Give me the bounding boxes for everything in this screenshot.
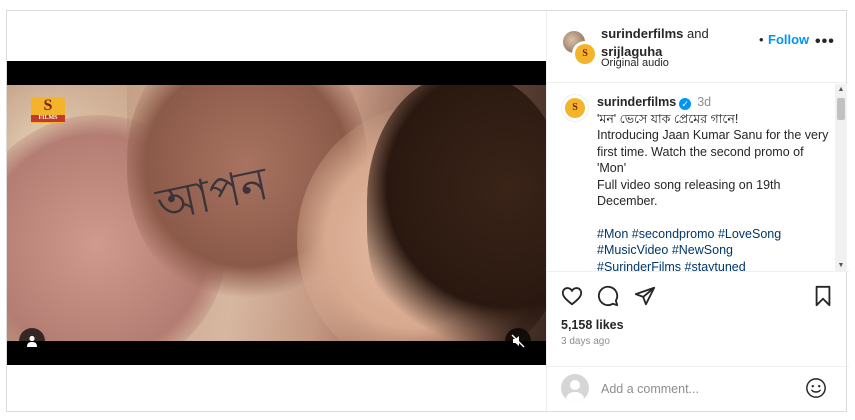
comment-box bbox=[547, 366, 849, 411]
header-connector: and bbox=[686, 26, 709, 41]
instagram-post-card: আপন S FILMS S surinderfilms and srijlagu… bbox=[6, 10, 849, 412]
share-icon bbox=[634, 286, 656, 306]
post-side-pane: S surinderfilms and srijlaguha Original … bbox=[546, 11, 849, 411]
caption-line: Full video song releasing on 19th Decemb… bbox=[597, 177, 781, 209]
hashtag-link[interactable]: #secondpromo bbox=[632, 227, 715, 241]
more-options-button[interactable]: ••• bbox=[815, 33, 835, 51]
mute-icon bbox=[511, 334, 525, 348]
collab-avatars[interactable]: S bbox=[561, 29, 601, 69]
viewer-avatar bbox=[561, 374, 589, 402]
video-player[interactable]: আপন S FILMS bbox=[7, 61, 546, 365]
caption-body: surinderfilms ✓ 3d 'মন' ভেসে যাক প্রেমের গ… bbox=[597, 94, 832, 272]
hashtag-link[interactable]: #NewSong bbox=[672, 243, 733, 257]
tagged-users-button[interactable] bbox=[19, 328, 45, 354]
emoji-button[interactable] bbox=[805, 377, 827, 399]
scroll-down-arrow-icon[interactable]: ▼ bbox=[835, 262, 847, 270]
header-dot: • bbox=[759, 32, 764, 47]
header-user1-link[interactable]: surinderfilms bbox=[601, 26, 683, 41]
video-woman-hair-region bbox=[367, 85, 546, 341]
brand-logo-sub: FILMS bbox=[31, 115, 65, 122]
bookmark-icon bbox=[815, 285, 831, 307]
caption-line: Introducing Jaan Kumar Sanu for the very… bbox=[597, 128, 829, 175]
header-usernames: surinderfilms and srijlaguha bbox=[601, 25, 709, 61]
hashtag-link[interactable]: #Mon bbox=[597, 227, 628, 241]
hashtag-link[interactable]: #LoveSong bbox=[718, 227, 781, 241]
caption-avatar-logo: S bbox=[565, 98, 585, 118]
caption-text: 'মন' ভেসে যাক প্রেমের গানে! Introducing … bbox=[597, 111, 832, 210]
caption-username[interactable]: surinderfilms bbox=[597, 95, 676, 109]
caption-time[interactable]: 3d bbox=[697, 95, 711, 109]
post-timestamp[interactable]: 3 days ago bbox=[561, 336, 610, 347]
caption-area: S surinderfilms ✓ 3d 'মন' ভেসে যাক প্রেমের… bbox=[547, 84, 849, 272]
hashtag-link[interactable]: #staytuned bbox=[685, 260, 746, 272]
scroll-up-arrow-icon[interactable]: ▲ bbox=[835, 86, 847, 94]
heart-icon bbox=[561, 287, 583, 306]
verified-icon: ✓ bbox=[679, 98, 692, 110]
follow-button[interactable]: Follow bbox=[768, 32, 809, 47]
emoji-icon bbox=[806, 378, 826, 398]
mute-button[interactable] bbox=[505, 328, 531, 354]
caption-line: 'মন' ভেসে যাক প্রেমের গানে! bbox=[597, 111, 739, 126]
hashtag-link[interactable]: #MusicVideo bbox=[597, 243, 668, 257]
user-icon bbox=[27, 335, 37, 347]
hashtag-link[interactable]: #SurinderFilms bbox=[597, 260, 681, 272]
hashtags: #Mon #secondpromo #LoveSong #MusicVideo … bbox=[597, 226, 832, 272]
share-button[interactable] bbox=[632, 283, 658, 309]
caption-meta-row: surinderfilms ✓ 3d bbox=[597, 94, 832, 111]
like-button[interactable] bbox=[559, 283, 585, 309]
surinderfilms-logo: S bbox=[575, 44, 595, 64]
brand-logo-watermark: S FILMS bbox=[31, 97, 65, 123]
post-header: S surinderfilms and srijlaguha Original … bbox=[547, 11, 849, 83]
media-pane: আপন S FILMS bbox=[7, 11, 546, 411]
action-bar bbox=[547, 283, 849, 313]
caption-scrollbar[interactable]: ▲ ▼ bbox=[835, 84, 847, 272]
scroll-thumb[interactable] bbox=[837, 98, 845, 120]
caption-avatar[interactable]: S bbox=[561, 94, 589, 122]
video-frame[interactable]: আপন S FILMS bbox=[7, 85, 546, 341]
likes-count[interactable]: 5,158 likes bbox=[561, 318, 624, 332]
comment-icon bbox=[597, 285, 619, 307]
comment-input[interactable] bbox=[601, 380, 791, 398]
brand-logo-letter: S bbox=[43, 97, 53, 114]
save-button[interactable] bbox=[810, 283, 836, 309]
audio-link[interactable]: Original audio bbox=[601, 57, 669, 69]
avatar-surinderfilms[interactable]: S bbox=[572, 41, 598, 67]
comment-button[interactable] bbox=[595, 283, 621, 309]
